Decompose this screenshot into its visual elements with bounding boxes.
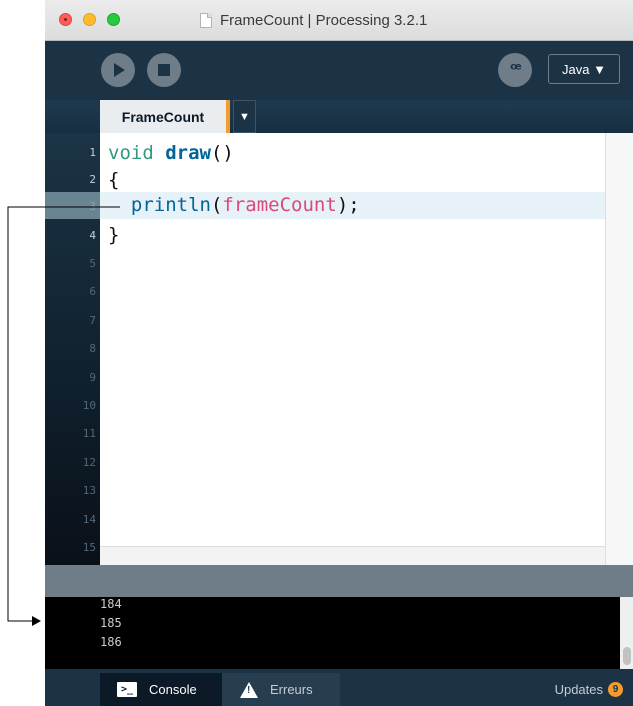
console-divider[interactable]: [45, 565, 633, 597]
line-number: 15: [82, 541, 96, 554]
code-line[interactable]: {: [108, 167, 119, 194]
status-bar: >_ Console Erreurs Updates 9: [45, 669, 633, 706]
document-icon: [200, 12, 212, 28]
code-line[interactable]: }: [108, 222, 119, 249]
debugger-icon: ꟹ: [510, 60, 522, 80]
console-scrollbar-thumb[interactable]: [623, 647, 631, 665]
title-bar[interactable]: FrameCount | Processing 3.2.1: [45, 0, 633, 41]
tab-strip: FrameCount ▼: [45, 100, 633, 133]
line-number: 3: [89, 200, 96, 213]
chevron-down-icon: ▼: [239, 110, 250, 123]
line-number: 10: [82, 399, 96, 412]
console-tab-label: Console: [149, 682, 197, 697]
tab-framecount[interactable]: FrameCount: [100, 100, 230, 133]
line-number: 1: [89, 146, 96, 159]
run-button[interactable]: [101, 53, 135, 87]
processing-window: FrameCount | Processing 3.2.1 ꟹ Java ▼ F…: [45, 0, 633, 706]
console-line: 185: [100, 616, 122, 630]
line-number-gutter: 1 2 3 4 5 6 7 8 9 10 11 12 13 14 15: [45, 133, 100, 565]
line-number: 11: [82, 427, 96, 440]
console-scrollbar[interactable]: [620, 597, 633, 669]
code-editor[interactable]: void draw() { println(frameCount); }: [100, 133, 605, 546]
line-number: 2: [89, 173, 96, 186]
close-window-button[interactable]: [59, 13, 72, 26]
stop-button[interactable]: [147, 53, 181, 87]
annotation-arrowhead: [32, 616, 41, 626]
warning-icon: [240, 681, 258, 698]
code-line[interactable]: void draw(): [108, 140, 234, 167]
updates-count-badge: 9: [608, 682, 623, 697]
errors-tab-label: Erreurs: [270, 682, 313, 697]
tab-console[interactable]: >_ Console: [100, 673, 222, 706]
line-number: 6: [89, 285, 96, 298]
updates-label: Updates: [554, 682, 603, 697]
tab-errors[interactable]: Erreurs: [222, 673, 340, 706]
toolbar: ꟹ Java ▼: [45, 41, 633, 100]
code-line[interactable]: println(frameCount);: [108, 192, 360, 219]
zoom-window-button[interactable]: [107, 13, 120, 26]
horizontal-scrollbar[interactable]: [100, 546, 605, 565]
console-line: 186: [100, 635, 122, 649]
window-title: FrameCount | Processing 3.2.1: [220, 11, 428, 29]
stop-icon: [158, 64, 170, 76]
mode-selector[interactable]: Java ▼: [548, 54, 620, 84]
minimize-window-button[interactable]: [83, 13, 96, 26]
console-output: 184 185 186: [45, 597, 633, 669]
vertical-scrollbar[interactable]: [605, 133, 633, 565]
line-number: 13: [82, 484, 96, 497]
line-number: 8: [89, 342, 96, 355]
line-number: 5: [89, 257, 96, 270]
line-number: 7: [89, 314, 96, 327]
line-number: 9: [89, 371, 96, 384]
line-number: 4: [89, 229, 96, 242]
tab-menu-button[interactable]: ▼: [233, 100, 256, 133]
editor-area: 1 2 3 4 5 6 7 8 9 10 11 12 13 14 15 void…: [45, 133, 633, 565]
console-icon: >_: [117, 682, 137, 697]
updates-button[interactable]: Updates 9: [555, 673, 623, 706]
debugger-button[interactable]: ꟹ: [498, 53, 532, 87]
line-number: 12: [82, 456, 96, 469]
console-line: 184: [100, 597, 122, 611]
play-icon: [114, 63, 125, 77]
line-number: 14: [82, 513, 96, 526]
